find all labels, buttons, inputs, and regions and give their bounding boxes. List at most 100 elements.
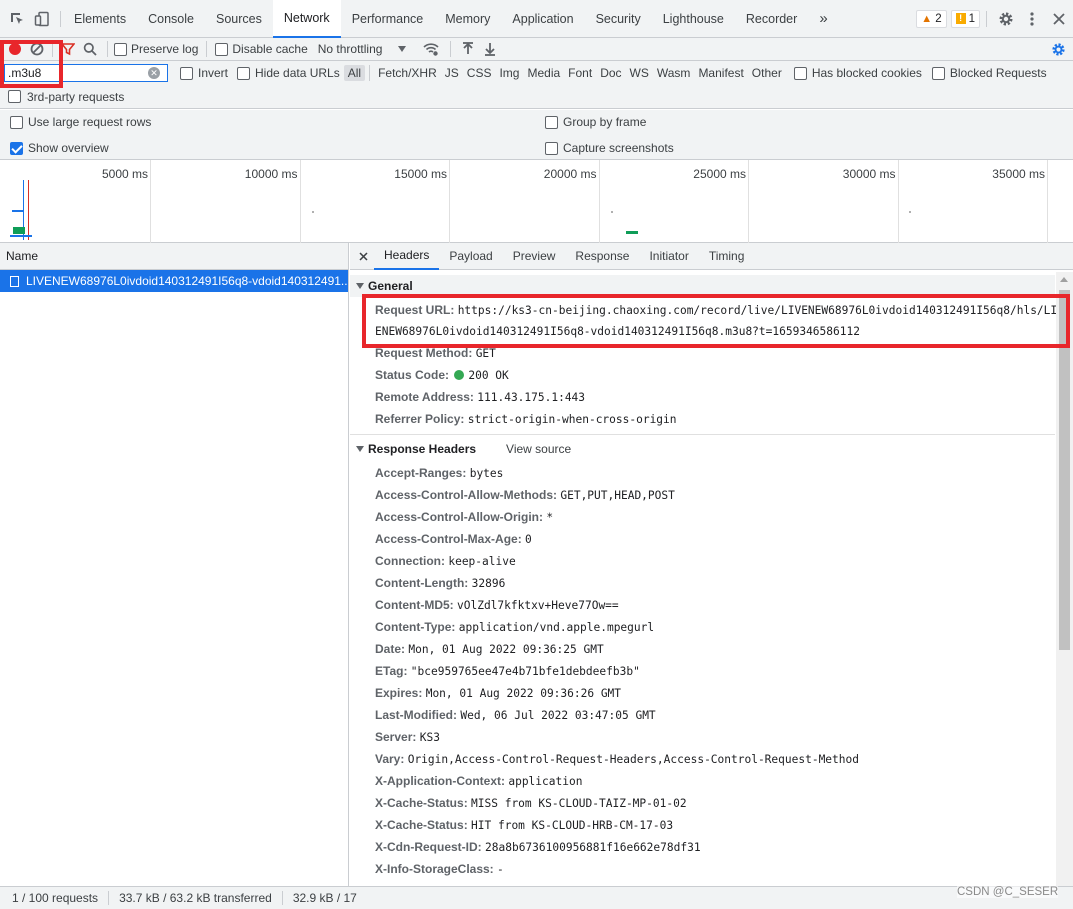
details-scrollbar[interactable] (1056, 272, 1073, 886)
export-har-icon[interactable] (479, 42, 501, 56)
network-options: Use large request rows Group by frame Sh… (0, 110, 1073, 160)
filter-type-img[interactable]: Img (495, 65, 523, 81)
tab-performance[interactable]: Performance (341, 0, 435, 38)
overview-tick-label: 35000 ms (992, 167, 1045, 181)
invert-checkbox[interactable] (180, 66, 193, 80)
close-devtools-icon[interactable] (1045, 0, 1073, 38)
filter-type-manifest[interactable]: Manifest (694, 65, 747, 81)
device-toolbar-icon[interactable] (30, 0, 54, 38)
group-by-frame-checkbox[interactable] (545, 115, 558, 129)
view-source-link[interactable]: View source (506, 442, 571, 456)
header-field: Vary: Origin,Access-Control-Request-Head… (375, 752, 859, 766)
show-overview-option[interactable]: Show overview (10, 141, 109, 155)
capture-screenshots-checkbox[interactable] (545, 141, 558, 155)
filter-type-css[interactable]: CSS (463, 65, 496, 81)
devtools-tab-bar: Elements Console Sources Network Performance… (0, 0, 1073, 38)
header-field: Expires: Mon, 01 Aug 2022 09:36:26 GMT (375, 686, 622, 700)
filter-type-media[interactable]: Media (523, 65, 564, 81)
preserve-log-checkbox[interactable] (114, 42, 127, 56)
filter-type-fetch-xhr[interactable]: Fetch/XHR (374, 65, 441, 81)
overview-gridline (299, 160, 301, 243)
tab-sources[interactable]: Sources (205, 0, 273, 38)
tab-network[interactable]: Network (272, 0, 341, 38)
filter-type-font[interactable]: Font (564, 65, 596, 81)
header-field: Status Code: 200 OK (375, 368, 509, 382)
request-list: Name LIVENEW68976L0ivdoid140312491I56q8-… (0, 243, 349, 886)
overview-request-bar (10, 235, 32, 237)
scroll-up-icon[interactable] (1060, 277, 1068, 282)
large-rows-option[interactable]: Use large request rows (10, 115, 151, 129)
header-field: ETag: "bce959765ee47e4b71bfe1debdeefb3b" (375, 664, 640, 678)
more-options-icon[interactable] (1019, 0, 1045, 38)
large-rows-checkbox[interactable] (10, 115, 23, 129)
clear-filter-icon[interactable]: ✕ (148, 67, 160, 79)
capture-screenshots-option[interactable]: Capture screenshots (545, 141, 674, 155)
has-blocked-cookies-checkbox[interactable] (793, 66, 807, 80)
group-by-frame-option[interactable]: Group by frame (545, 115, 646, 129)
tab-response[interactable]: Response (565, 243, 639, 270)
filter-type-wasm[interactable]: Wasm (653, 65, 695, 81)
status-ok-dot-icon (454, 370, 465, 380)
filter-type-doc[interactable]: Doc (596, 65, 625, 81)
tab-application[interactable]: Application (501, 0, 584, 38)
request-url-highlight-box (362, 294, 1070, 348)
blocked-requests-label: Blocked Requests (949, 66, 1047, 80)
tab-lighthouse[interactable]: Lighthouse (652, 0, 735, 38)
tab-preview[interactable]: Preview (503, 243, 566, 270)
tab-initiator[interactable]: Initiator (639, 243, 698, 270)
response-headers-section-header[interactable]: Response Headers View source (350, 438, 1055, 460)
more-tabs-button[interactable]: » (808, 0, 838, 38)
overview-gridline (598, 160, 600, 243)
disable-cache-checkbox[interactable] (215, 42, 229, 56)
throttling-select[interactable]: No throttling (318, 42, 407, 56)
tab-security[interactable]: Security (585, 0, 652, 38)
filter-type-ws[interactable]: WS (626, 65, 653, 81)
status-bar: 1 / 100 requests 33.7 kB / 63.2 kB trans… (0, 886, 1073, 909)
header-field: X-Application-Context: application (375, 774, 583, 788)
header-field: Content-Length: 32896 (375, 576, 506, 590)
search-icon[interactable] (79, 42, 101, 56)
third-party-checkbox[interactable] (8, 90, 21, 103)
tab-payload[interactable]: Payload (439, 243, 502, 270)
header-field: Content-MD5: vOlZdl7kfktxv+Heve77Ow== (375, 598, 619, 612)
show-overview-checkbox[interactable] (10, 141, 23, 155)
tab-elements[interactable]: Elements (63, 0, 137, 38)
hide-data-urls-checkbox[interactable] (237, 66, 251, 80)
has-blocked-cookies-label: Has blocked cookies (811, 66, 922, 80)
import-har-icon[interactable] (457, 42, 479, 56)
header-field: Accept-Ranges: bytes (375, 466, 504, 480)
table-row[interactable]: LIVENEW68976L0ivdoid140312491I56q8-vdoid… (0, 270, 348, 292)
network-conditions-icon[interactable] (418, 42, 444, 56)
network-toolbar: Preserve log Disable cache No throttling (0, 38, 1073, 61)
settings-gear-icon[interactable] (993, 0, 1019, 38)
tab-console[interactable]: Console (137, 0, 205, 38)
overview-tick-label: 20000 ms (543, 167, 597, 181)
overview-request-bar (13, 227, 25, 234)
name-column-header[interactable]: Name (0, 243, 348, 270)
collapse-triangle-icon (356, 283, 364, 289)
overview-tick-label: 15000 ms (394, 167, 447, 181)
overview-tick-label: 10000 ms (244, 167, 298, 181)
filter-type-js[interactable]: JS (441, 65, 463, 81)
network-overview-timeline[interactable]: 5000 ms 10000 ms 15000 ms 20000 ms 25000 ms 3… (0, 160, 1073, 243)
tab-memory[interactable]: Memory (434, 0, 501, 38)
tab-timing[interactable]: Timing (699, 243, 755, 270)
tab-recorder[interactable]: Recorder (735, 0, 808, 38)
filter-type-other[interactable]: Other (748, 65, 786, 81)
network-settings-gear-icon[interactable] (1043, 42, 1073, 57)
watermark: CSDN @C_SESER (957, 886, 1059, 898)
inspect-element-icon[interactable] (4, 0, 30, 38)
close-details-icon[interactable] (356, 251, 370, 261)
header-field: Referrer Policy: strict-origin-when-cros… (375, 412, 677, 426)
header-field: Remote Address: 111.43.175.1:443 (375, 390, 586, 404)
issues-badge[interactable]: ! 1 (950, 9, 980, 28)
blocked-requests-checkbox[interactable] (931, 66, 945, 80)
warnings-badge[interactable]: ▲ 2 (916, 9, 947, 28)
dropdown-arrow-icon (398, 46, 407, 52)
issue-flag-icon: ! (955, 13, 966, 24)
tab-headers[interactable]: Headers (374, 243, 440, 270)
overview-gridline (449, 160, 450, 243)
overview-request-dot (909, 211, 911, 213)
filter-bar: ✕ Invert Hide data URLs All Fetch/XHRJSCS… (0, 61, 1073, 85)
filter-type-all[interactable]: All (343, 65, 366, 81)
